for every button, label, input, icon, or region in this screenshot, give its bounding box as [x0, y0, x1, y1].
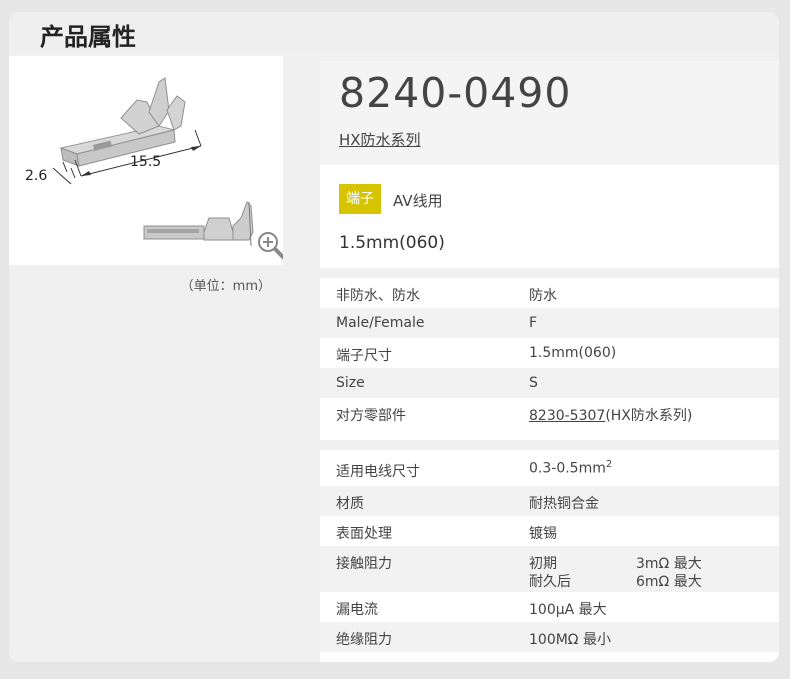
spec-key: 接触阻力: [336, 556, 392, 572]
section-header: 产品属性: [9, 12, 779, 51]
part-header: 8240-0490 HX防水系列: [320, 61, 779, 165]
spec-value: F: [529, 315, 538, 331]
wire-size-value: 0.3-0.5mm: [529, 460, 606, 477]
spec-key: 对方零部件: [336, 408, 406, 424]
image-column: 2.6 15.5 （单位：mm）: [9, 50, 311, 662]
part-number: 8240-0490: [339, 69, 572, 117]
spec-key: 漏电流: [336, 602, 378, 618]
spec-value: 0.3-0.5mm2: [529, 459, 612, 477]
details-column: 8240-0490 HX防水系列 端子 AV线用 1.5mm(060) 非防水、…: [311, 50, 779, 662]
spec-value: 1.5mm(060): [529, 345, 617, 361]
product-image: 2.6 15.5: [9, 56, 288, 265]
section-title: 产品属性: [40, 23, 136, 51]
spec-key: 端子尺寸: [336, 348, 392, 364]
dimension-label-large: 15.5: [130, 154, 162, 170]
series-link[interactable]: HX防水系列: [339, 129, 421, 150]
product-summary-panel: 8240-0490 HX防水系列 端子 AV线用 1.5mm(060): [320, 61, 779, 268]
category-usage: AV线用: [393, 192, 443, 210]
spec-row: 非防水、防水 防水: [320, 278, 779, 308]
contact-resistance-initial-label: 初期: [529, 556, 557, 572]
spec-value: 防水: [529, 288, 557, 304]
spec-key: Male/Female: [336, 315, 425, 331]
spec-row: Size S: [320, 368, 779, 398]
spec-value: 耐热铜合金: [529, 496, 599, 512]
contact-resistance-initial-value: 3mΩ 最大: [636, 556, 702, 572]
spec-key: 非防水、防水: [336, 288, 420, 304]
spec-row: 材质 耐热铜合金: [320, 486, 779, 516]
spec-row: 漏电流 100μA 最大: [320, 592, 779, 622]
spec-row: Male/Female F: [320, 308, 779, 338]
mating-part-series: (HX防水系列): [605, 408, 693, 424]
spec-table-electrical: 适用电线尺寸 0.3-0.5mm2 材质 耐热铜合金 表面处理 镀锡 接触阻力 …: [320, 450, 779, 662]
zoom-icon[interactable]: [258, 232, 288, 262]
category-badge: 端子: [339, 184, 381, 214]
spec-value: 8230-5307(HX防水系列): [529, 405, 692, 425]
spec-row: 端子尺寸 1.5mm(060): [320, 338, 779, 368]
spec-key: 材质: [336, 496, 364, 512]
spec-key: 表面处理: [336, 526, 392, 542]
spec-key: 绝缘阻力: [336, 632, 392, 648]
spec-value: 镀锡: [529, 526, 557, 542]
spec-key: 适用电线尺寸: [336, 464, 420, 480]
contact-resistance-durable-label: 耐久后: [529, 574, 571, 590]
spec-row: 绝缘阻力 100MΩ 最小: [320, 622, 779, 652]
spec-row: 适用电线尺寸 0.3-0.5mm2: [320, 450, 779, 486]
spec-row: 接触阻力 初期 3mΩ 最大 耐久后 6mΩ 最大: [320, 546, 779, 592]
spec-row: 对方零部件 8230-5307(HX防水系列): [320, 398, 779, 428]
product-attributes-card: 产品属性 2.6 15.5 （单位：mm） 8240-0490 HX防水系列 端…: [9, 12, 779, 662]
spec-value: S: [529, 375, 538, 391]
spec-value: 100MΩ 最小: [529, 632, 611, 648]
wire-size-superscript: 2: [605, 459, 613, 470]
dimension-label-small: 2.6: [25, 168, 48, 184]
spec-row: 表面处理 镀锡: [320, 516, 779, 546]
mating-part-link[interactable]: 8230-5307: [529, 408, 605, 424]
spec-table-basic: 非防水、防水 防水 Male/Female F 端子尺寸 1.5mm(060) …: [320, 278, 779, 440]
terminal-size: 1.5mm(060): [339, 233, 445, 253]
spec-key: Size: [336, 375, 365, 391]
spec-value: 100μA 最大: [529, 602, 607, 618]
unit-note: （单位：mm）: [180, 279, 271, 294]
contact-resistance-durable-value: 6mΩ 最大: [636, 574, 702, 590]
